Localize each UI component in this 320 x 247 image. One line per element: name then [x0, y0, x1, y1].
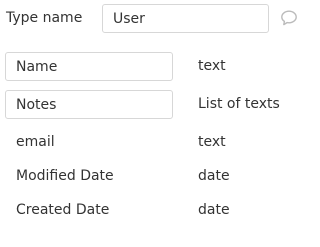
field-notes-input[interactable]	[6, 91, 172, 118]
speech-bubble-icon[interactable]	[280, 9, 298, 27]
field-notes-input-box[interactable]	[5, 90, 173, 119]
field-type-modified-date: date	[198, 168, 230, 184]
type-name-field[interactable]	[102, 4, 269, 33]
field-type-email: text	[198, 134, 226, 150]
type-name-label: Type name	[6, 10, 83, 26]
field-type-created-date: date	[198, 202, 230, 218]
field-name-email: email	[16, 134, 55, 150]
field-type-name: text	[198, 58, 226, 74]
field-name-input-box[interactable]	[5, 52, 173, 81]
field-type-notes: List of texts	[198, 96, 280, 112]
field-name-created-date: Created Date	[16, 202, 110, 218]
field-name-modified-date: Modified Date	[16, 168, 114, 184]
type-name-input[interactable]	[103, 5, 268, 32]
field-name-input[interactable]	[6, 53, 172, 80]
